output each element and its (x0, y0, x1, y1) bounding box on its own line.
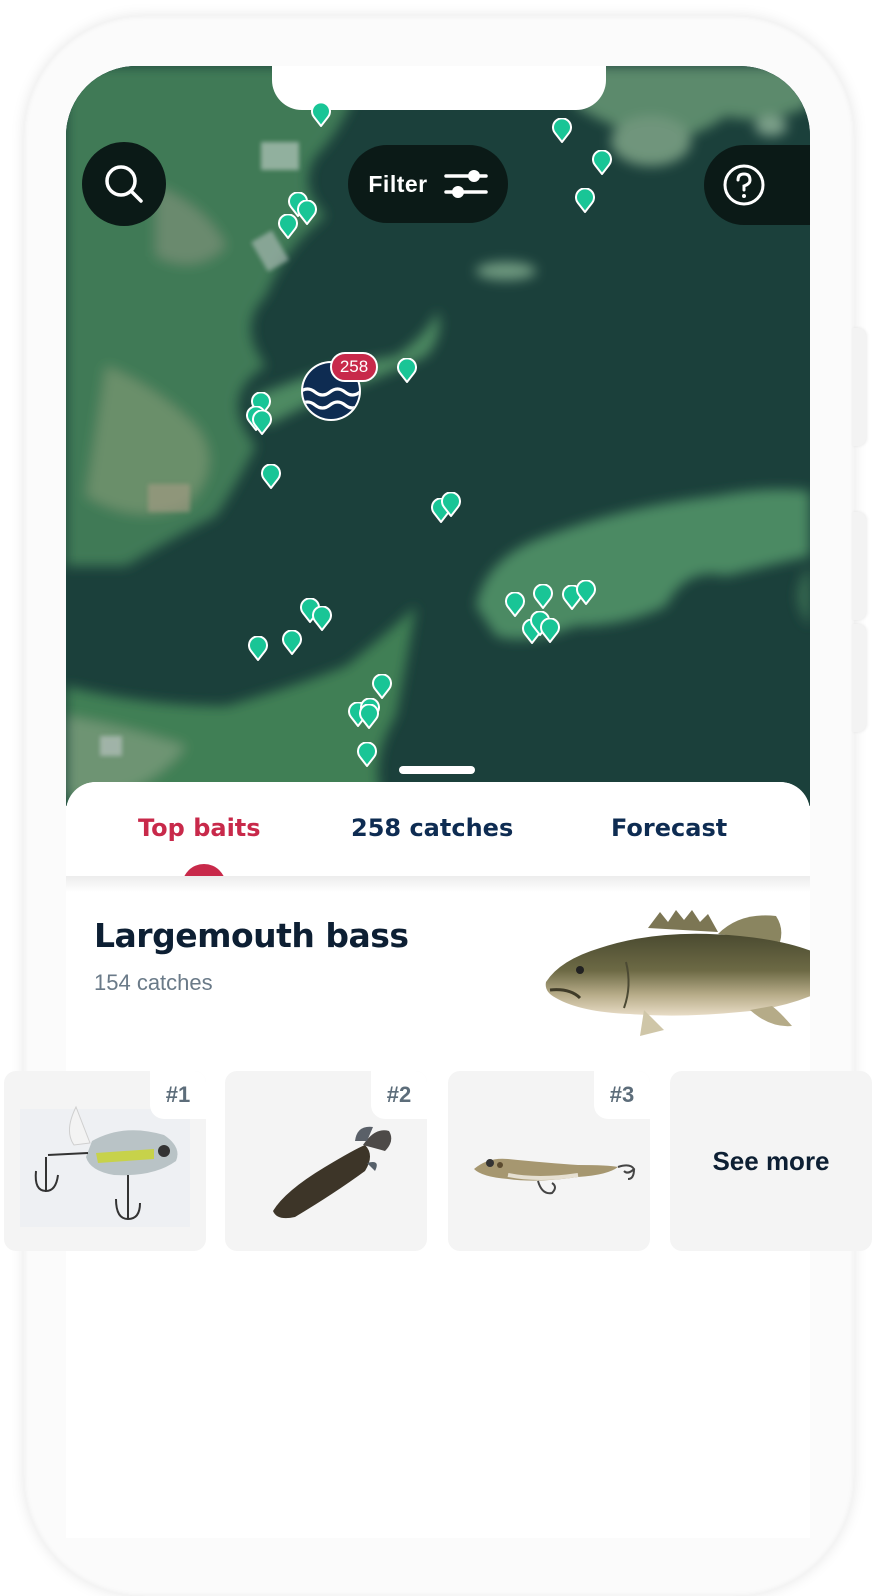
sliders-icon (443, 170, 488, 198)
tab-forecast[interactable]: Forecast (611, 814, 727, 842)
species-catch-count: 154 catches (94, 970, 213, 995)
tab-top-baits[interactable]: Top baits (138, 814, 261, 842)
catch-pin-icon[interactable] (575, 188, 595, 214)
catch-pin-icon[interactable] (248, 636, 268, 662)
bait-card-2[interactable]: #2 (225, 1071, 427, 1251)
filter-button[interactable]: Filter (348, 145, 508, 223)
app-screen: Filter 258 Top baits 258 catches Forecas… (66, 66, 810, 1538)
catch-pin-icon[interactable] (312, 606, 332, 632)
bait-card-3[interactable]: #3 (448, 1071, 650, 1251)
search-icon (105, 165, 143, 203)
catch-pin-icon[interactable] (592, 150, 612, 176)
catch-pin-icon[interactable] (441, 492, 461, 518)
cluster-count-badge[interactable]: 258 (330, 352, 378, 382)
bait-rank: #3 (594, 1071, 650, 1119)
catch-pin-icon[interactable] (278, 214, 298, 240)
largemouth-bass-image (545, 910, 810, 1036)
sheet-drag-handle[interactable] (399, 766, 475, 774)
filter-label: Filter (368, 170, 428, 197)
catch-pin-icon[interactable] (261, 464, 281, 490)
help-button[interactable] (704, 145, 810, 225)
tab-bar: Top baits 258 catches Forecast (66, 782, 810, 876)
satellite-map[interactable]: Filter 258 (66, 66, 810, 806)
bait-rank: #2 (371, 1071, 427, 1119)
active-tab-indicator (182, 864, 226, 876)
tab-bar-shadow (66, 876, 810, 892)
catch-pin-icon[interactable] (357, 742, 377, 768)
catch-pin-icon[interactable] (505, 592, 525, 618)
catch-pin-icon[interactable] (533, 584, 553, 610)
catch-pin-icon[interactable] (282, 630, 302, 656)
tab-catches[interactable]: 258 catches (351, 814, 513, 842)
phone-side-button (852, 328, 866, 446)
bait-card-1[interactable]: #1 (4, 1071, 206, 1251)
see-more-button[interactable]: See more (670, 1071, 872, 1251)
phone-volume-down-button (852, 624, 866, 732)
catch-pin-icon[interactable] (297, 200, 317, 226)
phone-volume-up-button (852, 512, 866, 620)
catch-pin-icon[interactable] (397, 358, 417, 384)
search-button[interactable] (82, 142, 166, 226)
catch-pin-icon[interactable] (252, 410, 272, 436)
catch-pin-icon[interactable] (576, 580, 596, 606)
question-circle-icon (723, 164, 765, 206)
catch-pin-icon[interactable] (359, 704, 379, 730)
catch-pin-icon[interactable] (372, 674, 392, 700)
bait-rank: #1 (150, 1071, 206, 1119)
catch-pin-icon[interactable] (540, 618, 560, 644)
catch-pin-icon[interactable] (552, 118, 572, 144)
species-name: Largemouth bass (94, 916, 409, 955)
catch-pin-icon[interactable] (311, 102, 331, 128)
